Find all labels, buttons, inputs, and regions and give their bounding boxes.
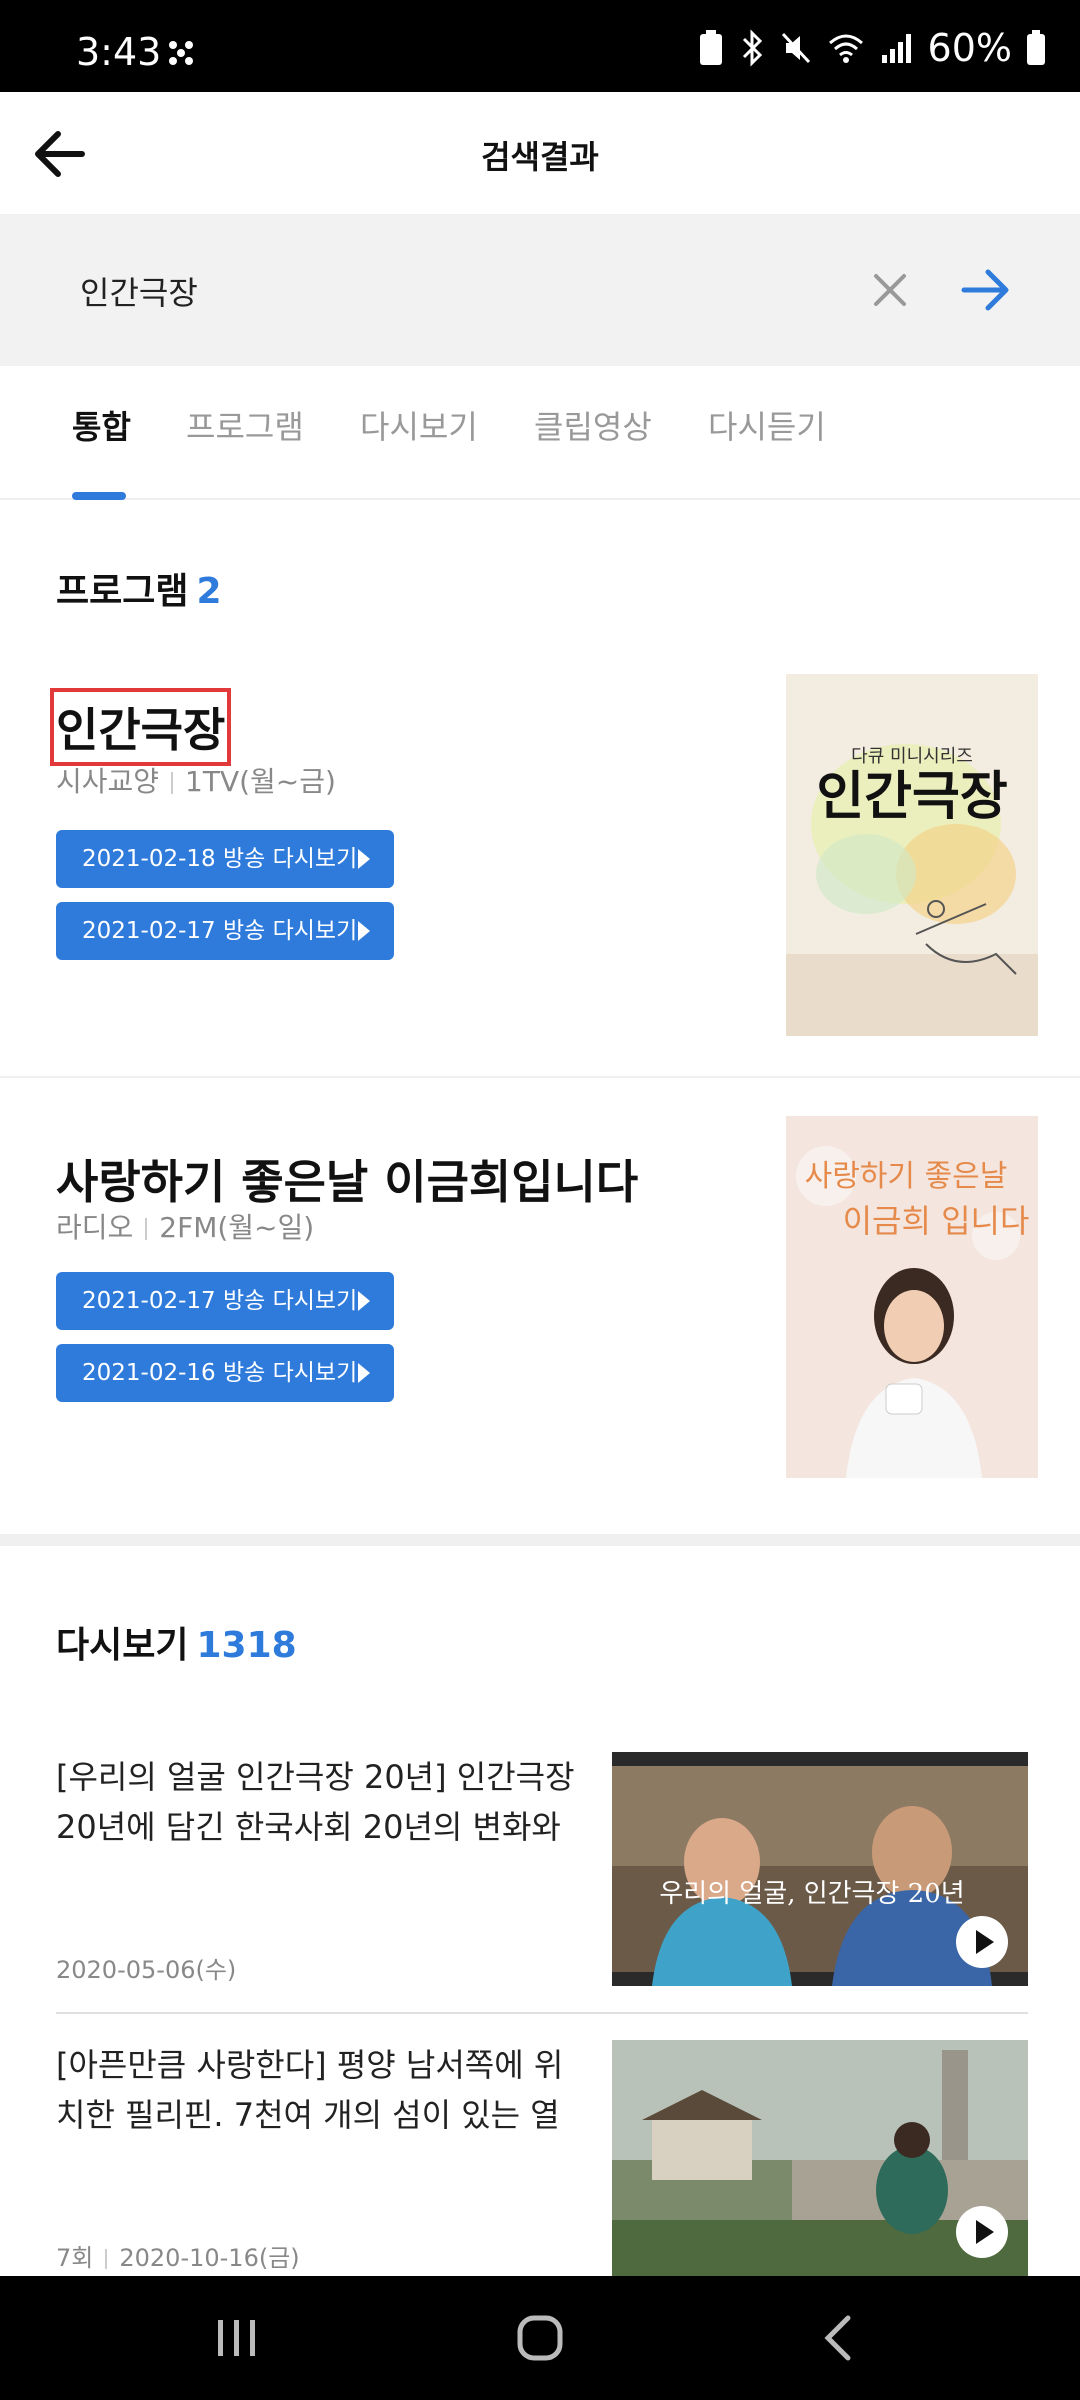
back-nav-icon[interactable] bbox=[808, 2306, 872, 2370]
poster-caption: 다큐 미니시리즈 bbox=[851, 746, 973, 767]
vod-thumbnail[interactable] bbox=[612, 2040, 1028, 2276]
poster-line-1: 사랑하기 좋은날 bbox=[805, 1159, 1008, 1194]
signal-icon bbox=[881, 34, 911, 63]
program-channel: 2FM(월~일) bbox=[159, 1211, 315, 1244]
vod-thumb-text: 우리의 얼굴, 인간극장 20년 bbox=[659, 1879, 964, 1909]
vod-item-1[interactable]: [우리의 얼굴 인간극장 20년] 인간극장 20년에 담긴 한국사회 20년의… bbox=[0, 1752, 1080, 1986]
vod-section-title: 다시보기 1318 bbox=[56, 1616, 297, 1668]
program-thumbnail[interactable]: 사랑하기 좋은날 이금희 입니다 bbox=[786, 1116, 1038, 1478]
play-triangle-icon bbox=[358, 1363, 370, 1383]
vod-thumbnail[interactable]: 우리의 얼굴, 인간극장 20년 bbox=[612, 1752, 1028, 1986]
vod-meta: 2020-05-06(수) bbox=[56, 1950, 236, 1985]
poster-line-2: 이금희 입니다 bbox=[843, 1202, 1030, 1240]
vod-count: 1318 bbox=[196, 1625, 297, 1666]
program-card-1[interactable]: 인간극장 시사교양 1TV(월~금) 2021-02-18 방송 다시보기 202… bbox=[0, 674, 1080, 1074]
replay-button-label: 2021-02-17 방송 다시보기 bbox=[82, 918, 358, 944]
replay-button-1[interactable]: 2021-02-17 방송 다시보기 bbox=[56, 1272, 394, 1330]
battery-saver-icon bbox=[699, 30, 722, 65]
recent-apps-icon[interactable] bbox=[204, 2306, 268, 2370]
tab-integrated[interactable]: 통합 bbox=[72, 402, 131, 448]
replay-button-2[interactable]: 2021-02-17 방송 다시보기 bbox=[56, 902, 394, 960]
program-genre: 라디오 bbox=[56, 1211, 134, 1244]
play-triangle-icon bbox=[358, 1291, 370, 1311]
system-nav-bar bbox=[0, 2276, 1080, 2400]
bluetooth-icon bbox=[742, 29, 762, 67]
vod-date: 2020-05-06(수) bbox=[56, 1956, 237, 1984]
tab-bar: 통합 프로그램 다시보기 클립영상 다시듣기 bbox=[0, 366, 1080, 500]
program-thumbnail[interactable]: 다큐 미니시리즈 인간극장 bbox=[786, 674, 1038, 1036]
programs-section-label: 프로그램 bbox=[56, 571, 189, 612]
section-divider bbox=[0, 1534, 1080, 1546]
home-icon[interactable] bbox=[508, 2306, 572, 2370]
play-icon[interactable] bbox=[954, 1914, 1010, 1970]
vod-item-2[interactable]: [아픈만큼 사랑한다] 평양 남서쪽에 위치한 필리핀. 7천여 개의 섬이 있… bbox=[0, 2040, 1080, 2276]
program-title[interactable]: 사랑하기 좋은날 이금희입니다 bbox=[56, 1146, 638, 1212]
program-meta: 라디오 2FM(월~일) bbox=[56, 1206, 314, 1246]
program-genre: 시사교양 bbox=[56, 765, 160, 798]
vod-title[interactable]: [우리의 얼굴 인간극장 20년] 인간극장 20년에 담긴 한국사회 20년의… bbox=[56, 1752, 584, 1852]
search-input[interactable]: 인간극장 bbox=[80, 268, 198, 314]
battery-percent: 60% bbox=[927, 26, 1012, 70]
tab-replay[interactable]: 다시보기 bbox=[360, 402, 478, 448]
status-indicators: 60% bbox=[698, 26, 1046, 70]
notification-dots-icon bbox=[169, 41, 193, 65]
tab-programs[interactable]: 프로그램 bbox=[186, 402, 304, 448]
program-card-2[interactable]: 사랑하기 좋은날 이금희입니다 라디오 2FM(월~일) 2021-02-17 방… bbox=[0, 1116, 1080, 1486]
program-channel: 1TV(월~금) bbox=[185, 765, 336, 798]
play-triangle-icon bbox=[358, 849, 370, 869]
tab-listen-again[interactable]: 다시듣기 bbox=[708, 402, 826, 448]
replay-button-label: 2021-02-17 방송 다시보기 bbox=[82, 1288, 358, 1314]
divider bbox=[0, 1076, 1080, 1078]
replay-button-2[interactable]: 2021-02-16 방송 다시보기 bbox=[56, 1344, 394, 1402]
status-time: 3:43 bbox=[76, 30, 162, 74]
clear-search-icon[interactable] bbox=[866, 266, 914, 314]
page-title: 검색결과 bbox=[481, 138, 599, 176]
tab-clips[interactable]: 클립영상 bbox=[534, 402, 652, 448]
replay-button-label: 2021-02-16 방송 다시보기 bbox=[82, 1360, 358, 1386]
programs-count: 2 bbox=[196, 571, 222, 612]
vod-date: 2020-10-16(금) bbox=[119, 2244, 300, 2272]
vod-meta: 7회 2020-10-16(금) bbox=[56, 2238, 300, 2273]
vod-episode: 7회 bbox=[56, 2244, 94, 2272]
app-header: 검색결과 bbox=[0, 92, 1080, 214]
list-divider bbox=[56, 2012, 1028, 2014]
program-meta: 시사교양 1TV(월~금) bbox=[56, 760, 336, 800]
program-poster-image: 사랑하기 좋은날 이금희 입니다 bbox=[786, 1116, 1038, 1478]
play-icon[interactable] bbox=[954, 2204, 1010, 2260]
play-triangle-icon bbox=[358, 921, 370, 941]
replay-button-label: 2021-02-18 방송 다시보기 bbox=[82, 846, 358, 872]
poster-title: 인간극장 bbox=[816, 766, 1007, 827]
program-title[interactable]: 인간극장 bbox=[49, 688, 232, 766]
search-bar: 인간극장 bbox=[0, 214, 1080, 366]
vod-section-label: 다시보기 bbox=[56, 1625, 189, 1666]
status-bar: 3:43 60% bbox=[0, 0, 1080, 92]
replay-button-1[interactable]: 2021-02-18 방송 다시보기 bbox=[56, 830, 394, 888]
search-submit-arrow-icon[interactable] bbox=[958, 262, 1014, 318]
program-poster-image: 다큐 미니시리즈 인간극장 bbox=[786, 674, 1038, 1036]
vod-title[interactable]: [아픈만큼 사랑한다] 평양 남서쪽에 위치한 필리핀. 7천여 개의 섬이 있… bbox=[56, 2040, 584, 2140]
programs-section-title: 프로그램 2 bbox=[56, 562, 222, 614]
mute-icon bbox=[781, 32, 810, 64]
wifi-icon bbox=[828, 34, 863, 63]
active-tab-indicator bbox=[72, 492, 126, 500]
battery-icon bbox=[1027, 30, 1045, 65]
